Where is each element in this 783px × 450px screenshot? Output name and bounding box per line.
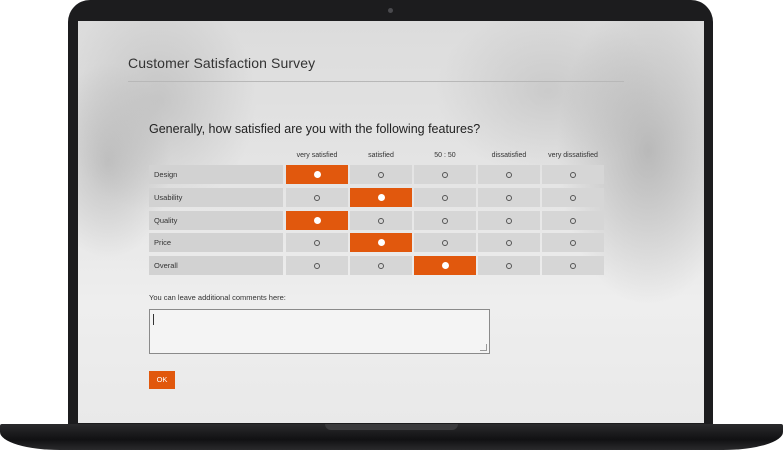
comments-label: You can leave additional comments here: [149, 293, 286, 302]
rating-cell-overall-satisfied[interactable] [350, 256, 412, 275]
column-header-very-satisfied: very satisfied [296, 152, 338, 159]
rating-cell-design-50-50[interactable] [414, 165, 476, 184]
rating-cell-design-very-dissatisfied[interactable] [542, 165, 604, 184]
radio-icon [570, 262, 576, 269]
radio-icon [570, 239, 576, 246]
rating-cell-overall-very-dissatisfied[interactable] [542, 256, 604, 275]
rating-cell-quality-very-dissatisfied[interactable] [542, 211, 604, 230]
column-header-satisfied: satisfied [368, 152, 394, 159]
laptop-screen: Customer Satisfaction Survey Generally, … [78, 21, 704, 423]
radio-icon [570, 217, 576, 224]
row-label-price: Price [149, 233, 283, 252]
text-caret [153, 314, 154, 325]
row-label-design: Design [149, 165, 283, 184]
rating-cell-quality-satisfied[interactable] [350, 211, 412, 230]
radio-icon [506, 194, 512, 201]
rating-cell-overall-50-50[interactable] [414, 256, 476, 275]
radio-icon [506, 239, 512, 246]
radio-icon [570, 171, 576, 178]
rating-cell-overall-dissatisfied[interactable] [478, 256, 540, 275]
radio-icon [442, 171, 448, 178]
radio-icon [314, 239, 320, 246]
laptop-notch [325, 424, 458, 430]
column-header-neutral: 50 : 50 [434, 152, 456, 159]
radio-icon [378, 171, 384, 178]
radio-icon [506, 217, 512, 224]
column-header-dissatisfied: dissatisfied [491, 152, 527, 159]
title-divider [128, 81, 624, 82]
rating-cell-price-dissatisfied[interactable] [478, 233, 540, 252]
radio-icon [442, 194, 448, 201]
rating-cell-overall-very-satisfied[interactable] [286, 256, 348, 275]
radio-icon [378, 262, 384, 269]
radio-icon [378, 217, 384, 224]
question-text: Generally, how satisfied are you with th… [149, 122, 481, 136]
rating-cell-price-very-dissatisfied[interactable] [542, 233, 604, 252]
rating-cell-design-dissatisfied[interactable] [478, 165, 540, 184]
radio-selected-icon [441, 262, 449, 269]
rating-cell-price-50-50[interactable] [414, 233, 476, 252]
rating-cell-usability-very-satisfied[interactable] [286, 188, 348, 207]
radio-icon [442, 239, 448, 246]
ok-button[interactable]: OK [149, 371, 175, 389]
camera-icon [388, 8, 393, 13]
rating-cell-usability-dissatisfied[interactable] [478, 188, 540, 207]
radio-icon [570, 194, 576, 201]
radio-selected-icon [313, 217, 321, 224]
rating-cell-quality-50-50[interactable] [414, 211, 476, 230]
comments-textarea[interactable] [149, 309, 490, 354]
radio-selected-icon [377, 194, 385, 201]
radio-icon [442, 217, 448, 224]
row-label-overall: Overall [149, 256, 283, 275]
rating-cell-quality-dissatisfied[interactable] [478, 211, 540, 230]
rating-cell-design-very-satisfied[interactable] [286, 165, 348, 184]
rating-cell-usability-satisfied[interactable] [350, 188, 412, 207]
radio-icon [314, 262, 320, 269]
rating-cell-usability-50-50[interactable] [414, 188, 476, 207]
radio-icon [506, 262, 512, 269]
laptop-frame: Customer Satisfaction Survey Generally, … [68, 0, 713, 432]
radio-selected-icon [377, 239, 385, 246]
rating-cell-usability-very-dissatisfied[interactable] [542, 188, 604, 207]
column-header-very-dissatisfied: very dissatisfied [548, 152, 598, 159]
rating-cell-price-satisfied[interactable] [350, 233, 412, 252]
row-label-usability: Usability [149, 188, 283, 207]
page-title: Customer Satisfaction Survey [128, 55, 316, 71]
rating-cell-price-very-satisfied[interactable] [286, 233, 348, 252]
radio-selected-icon [313, 171, 321, 178]
row-label-quality: Quality [149, 211, 283, 230]
rating-cell-quality-very-satisfied[interactable] [286, 211, 348, 230]
radio-icon [506, 171, 512, 178]
resize-handle-icon[interactable] [480, 344, 487, 351]
radio-icon [314, 194, 320, 201]
rating-cell-design-satisfied[interactable] [350, 165, 412, 184]
